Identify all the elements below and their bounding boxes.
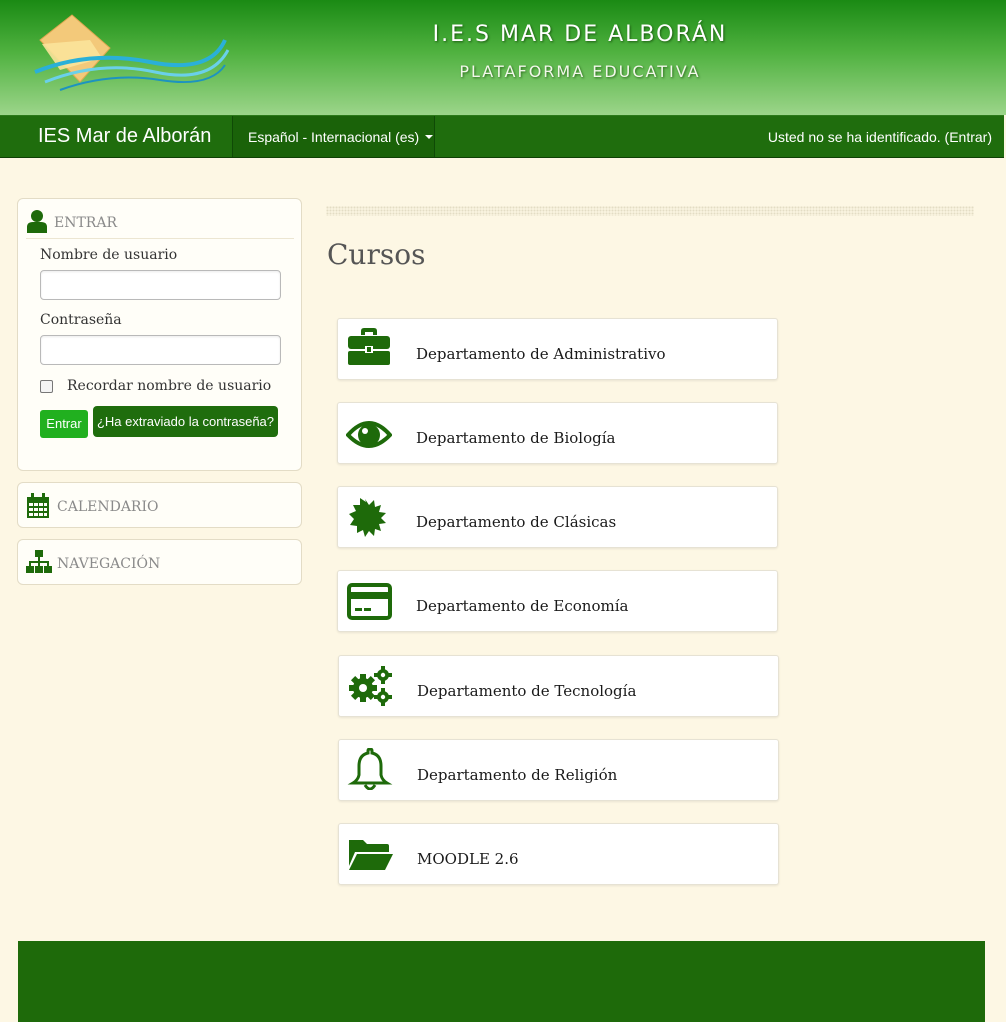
course-name[interactable]: MOODLE 2.6 xyxy=(417,850,519,868)
credit-card-icon xyxy=(347,583,392,620)
site-brand-link[interactable]: IES Mar de Alborán xyxy=(38,125,211,148)
navigation-block-header: NAVEGACIÓN xyxy=(26,550,294,580)
banner-title: I.E.S MAR DE ALBORÁN xyxy=(432,22,728,47)
course-name[interactable]: Departamento de Religión xyxy=(417,766,617,784)
language-label: Español - Internacional (es) xyxy=(248,129,420,145)
folder-open-icon xyxy=(349,840,393,870)
site-banner: I.E.S MAR DE ALBORÁN PLATAFORMA EDUCATIV… xyxy=(0,0,1006,115)
login-block-header: ENTRAR xyxy=(26,209,294,239)
course-item[interactable]: Departamento de Tecnología xyxy=(338,655,779,717)
caret-down-icon xyxy=(425,135,434,139)
calendar-icon xyxy=(27,493,49,518)
course-name[interactable]: Departamento de Administrativo xyxy=(416,345,666,363)
sitemap-icon xyxy=(26,550,52,573)
bell-icon xyxy=(347,748,393,790)
password-label: Contraseña xyxy=(40,312,122,328)
cogs-icon xyxy=(349,666,392,706)
calendar-block[interactable]: CALENDARIO xyxy=(17,482,302,528)
briefcase-icon xyxy=(348,328,390,365)
language-menu[interactable]: Español - Internacional (es) xyxy=(232,116,435,157)
username-label: Nombre de usuario xyxy=(40,247,178,263)
banner-subtitle: PLATAFORMA EDUCATIVA xyxy=(459,62,701,81)
course-item[interactable]: MOODLE 2.6 xyxy=(338,823,779,885)
top-navbar: IES Mar de Alborán Español - Internacion… xyxy=(0,115,1004,158)
page-footer xyxy=(18,941,985,1022)
calendar-block-header: CALENDARIO xyxy=(26,493,294,523)
course-name[interactable]: Departamento de Clásicas xyxy=(416,513,616,531)
remember-username-checkbox[interactable] xyxy=(40,380,53,393)
password-input[interactable] xyxy=(40,335,281,365)
school-logo xyxy=(34,14,230,91)
course-name[interactable]: Departamento de Economía xyxy=(416,597,628,615)
course-item[interactable]: Departamento de Biología xyxy=(337,402,778,464)
login-submit-button[interactable]: Entrar xyxy=(40,410,88,438)
course-item[interactable]: Departamento de Clásicas xyxy=(337,486,778,548)
username-input[interactable] xyxy=(40,270,281,300)
course-name[interactable]: Departamento de Tecnología xyxy=(417,682,636,700)
course-item[interactable]: Departamento de Administrativo xyxy=(337,318,778,380)
navigation-block[interactable]: NAVEGACIÓN xyxy=(17,539,302,585)
page-title: Cursos xyxy=(327,238,426,271)
certificate-icon xyxy=(349,498,386,537)
course-name[interactable]: Departamento de Biología xyxy=(416,429,615,447)
section-divider xyxy=(326,206,974,216)
course-item[interactable]: Departamento de Religión xyxy=(338,739,779,801)
eye-icon xyxy=(346,421,392,448)
navigation-block-title: NAVEGACIÓN xyxy=(57,556,161,572)
calendar-block-title: CALENDARIO xyxy=(57,499,159,515)
login-status-link[interactable]: Usted no se ha identificado. (Entrar) xyxy=(768,129,992,145)
course-item[interactable]: Departamento de Economía xyxy=(337,570,778,632)
forgot-password-button[interactable]: ¿Ha extraviado la contraseña? xyxy=(93,406,278,437)
user-icon xyxy=(27,210,47,233)
remember-username-label: Recordar nombre de usuario xyxy=(67,378,272,394)
login-block-title: ENTRAR xyxy=(54,215,117,231)
login-block: ENTRAR Nombre de usuario Contraseña Reco… xyxy=(17,198,302,471)
